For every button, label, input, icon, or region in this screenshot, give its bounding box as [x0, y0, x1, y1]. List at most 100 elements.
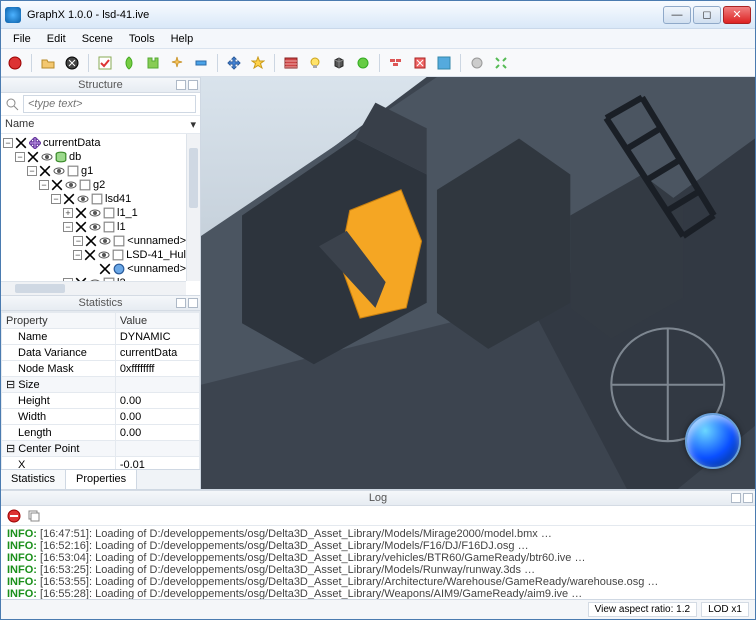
tree-node[interactable]: − lsd41: [1, 192, 186, 206]
prop-row[interactable]: NameDYNAMIC: [2, 329, 200, 345]
tree-twisty-icon[interactable]: −: [63, 222, 73, 232]
menu-help[interactable]: Help: [163, 31, 202, 47]
bluegrid-button[interactable]: [434, 53, 454, 73]
prop-header-value[interactable]: Value: [115, 313, 199, 329]
dock-close-icon[interactable]: [743, 493, 753, 503]
cross-icon: [84, 249, 96, 261]
menu-edit[interactable]: Edit: [39, 31, 74, 47]
tree-node[interactable]: − LSD-41_Hul: [1, 248, 186, 262]
log-level: INFO:: [7, 552, 37, 564]
sparkle-button[interactable]: [167, 53, 187, 73]
dock-float-icon[interactable]: [176, 298, 186, 308]
prop-value: 0xffffffff: [115, 361, 199, 377]
tree-twisty-icon[interactable]: −: [15, 152, 25, 162]
light-button[interactable]: [305, 53, 325, 73]
prop-key: Center Point: [18, 443, 79, 455]
tree-column-chevron-icon[interactable]: ▾: [190, 118, 196, 131]
tree-node[interactable]: −g1: [1, 164, 186, 178]
scene-tree[interactable]: −currentData−db−g1−g2−lsd41+l1_1−l1−<unn…: [1, 134, 186, 281]
tree-node-label: <unnamed>: [127, 262, 186, 276]
tree-twisty-icon[interactable]: −: [27, 166, 37, 176]
prop-row[interactable]: ⊟ Size: [2, 377, 200, 393]
tree-twisty-icon[interactable]: −: [73, 236, 83, 246]
tree-node[interactable]: <unnamed>: [1, 262, 186, 276]
bricks-button[interactable]: [386, 53, 406, 73]
minus-button[interactable]: [191, 53, 211, 73]
search-input[interactable]: [23, 95, 196, 113]
structure-title: Structure: [78, 79, 123, 91]
tree-twisty-icon[interactable]: +: [63, 208, 73, 218]
prop-row[interactable]: Width0.00: [2, 409, 200, 425]
viewport-3d[interactable]: [201, 77, 755, 489]
green-dot-button[interactable]: [353, 53, 373, 73]
stats-title: Statistics: [78, 297, 122, 309]
maximize-button[interactable]: ◻: [693, 6, 721, 24]
tree-twisty-icon[interactable]: −: [39, 180, 49, 190]
eye-icon: [77, 193, 89, 205]
dock-close-icon[interactable]: [188, 80, 198, 90]
prop-key: X: [18, 459, 25, 470]
structure-dock-header: Structure: [1, 77, 200, 93]
tree-name-header: Name: [5, 118, 34, 131]
navigation-ball[interactable]: [685, 413, 741, 469]
group-icon: [113, 235, 125, 247]
menu-tools[interactable]: Tools: [121, 31, 163, 47]
tree-scrollbar-v[interactable]: [186, 134, 200, 281]
prop-row[interactable]: X-0.01: [2, 457, 200, 470]
tree-node[interactable]: −<unnamed>: [1, 234, 186, 248]
gray-circle-button[interactable]: [467, 53, 487, 73]
copy-log-icon[interactable]: [27, 509, 41, 523]
leaf-button[interactable]: [119, 53, 139, 73]
cube-button[interactable]: [329, 53, 349, 73]
prop-value: currentData: [115, 345, 199, 361]
prop-row[interactable]: Node Mask0xffffffff: [2, 361, 200, 377]
cross-icon: [51, 179, 63, 191]
tree-node[interactable]: −currentData: [1, 136, 186, 150]
tab-statistics[interactable]: Statistics: [1, 470, 66, 489]
prop-key: Name: [18, 331, 47, 343]
move-button[interactable]: [224, 53, 244, 73]
puzzle-button[interactable]: [143, 53, 163, 73]
tree-node[interactable]: −g2: [1, 178, 186, 192]
prop-row[interactable]: Height0.00: [2, 393, 200, 409]
app-icon: [5, 7, 21, 23]
dock-float-icon[interactable]: [731, 493, 741, 503]
group-icon: [79, 179, 91, 191]
star-button[interactable]: [248, 53, 268, 73]
tree-twisty-icon[interactable]: −: [51, 194, 61, 204]
open-button[interactable]: [38, 53, 58, 73]
dock-close-icon[interactable]: [188, 298, 198, 308]
tree-node[interactable]: −db: [1, 150, 186, 164]
prop-row[interactable]: Length0.00: [2, 425, 200, 441]
prop-value: 0.00: [115, 409, 199, 425]
dock-float-icon[interactable]: [176, 80, 186, 90]
check-button[interactable]: [95, 53, 115, 73]
wall-button[interactable]: [281, 53, 301, 73]
stop-button[interactable]: [5, 53, 25, 73]
tree-node[interactable]: −l1: [1, 220, 186, 234]
prop-header-property[interactable]: Property: [2, 313, 116, 329]
prop-row[interactable]: ⊟ Center Point: [2, 441, 200, 457]
bottom-tabs: Statistics Properties: [1, 469, 200, 489]
tree-node[interactable]: +l1_1: [1, 206, 186, 220]
cross-icon: [27, 151, 39, 163]
minimize-button[interactable]: —: [663, 6, 691, 24]
log-level: INFO:: [7, 576, 37, 588]
clear-log-icon[interactable]: [7, 509, 21, 523]
menu-file[interactable]: File: [5, 31, 39, 47]
tree-node-label: LSD-41_Hul: [126, 248, 186, 262]
prop-row[interactable]: Data VariancecurrentData: [2, 345, 200, 361]
delete-button[interactable]: [410, 53, 430, 73]
tree-twisty-icon[interactable]: −: [3, 138, 13, 148]
close-file-button[interactable]: [62, 53, 82, 73]
tab-properties[interactable]: Properties: [66, 470, 137, 490]
tree-scrollbar-h[interactable]: [1, 281, 186, 295]
menu-scene[interactable]: Scene: [74, 31, 121, 47]
menubar: File Edit Scene Tools Help: [1, 29, 755, 49]
tree-node-label: lsd41: [105, 192, 131, 206]
status-aspect: View aspect ratio: 1.2: [588, 602, 697, 617]
expand-button[interactable]: [491, 53, 511, 73]
close-button[interactable]: ✕: [723, 6, 751, 24]
tree-twisty-icon[interactable]: −: [73, 250, 82, 260]
toolbar: [1, 49, 755, 77]
